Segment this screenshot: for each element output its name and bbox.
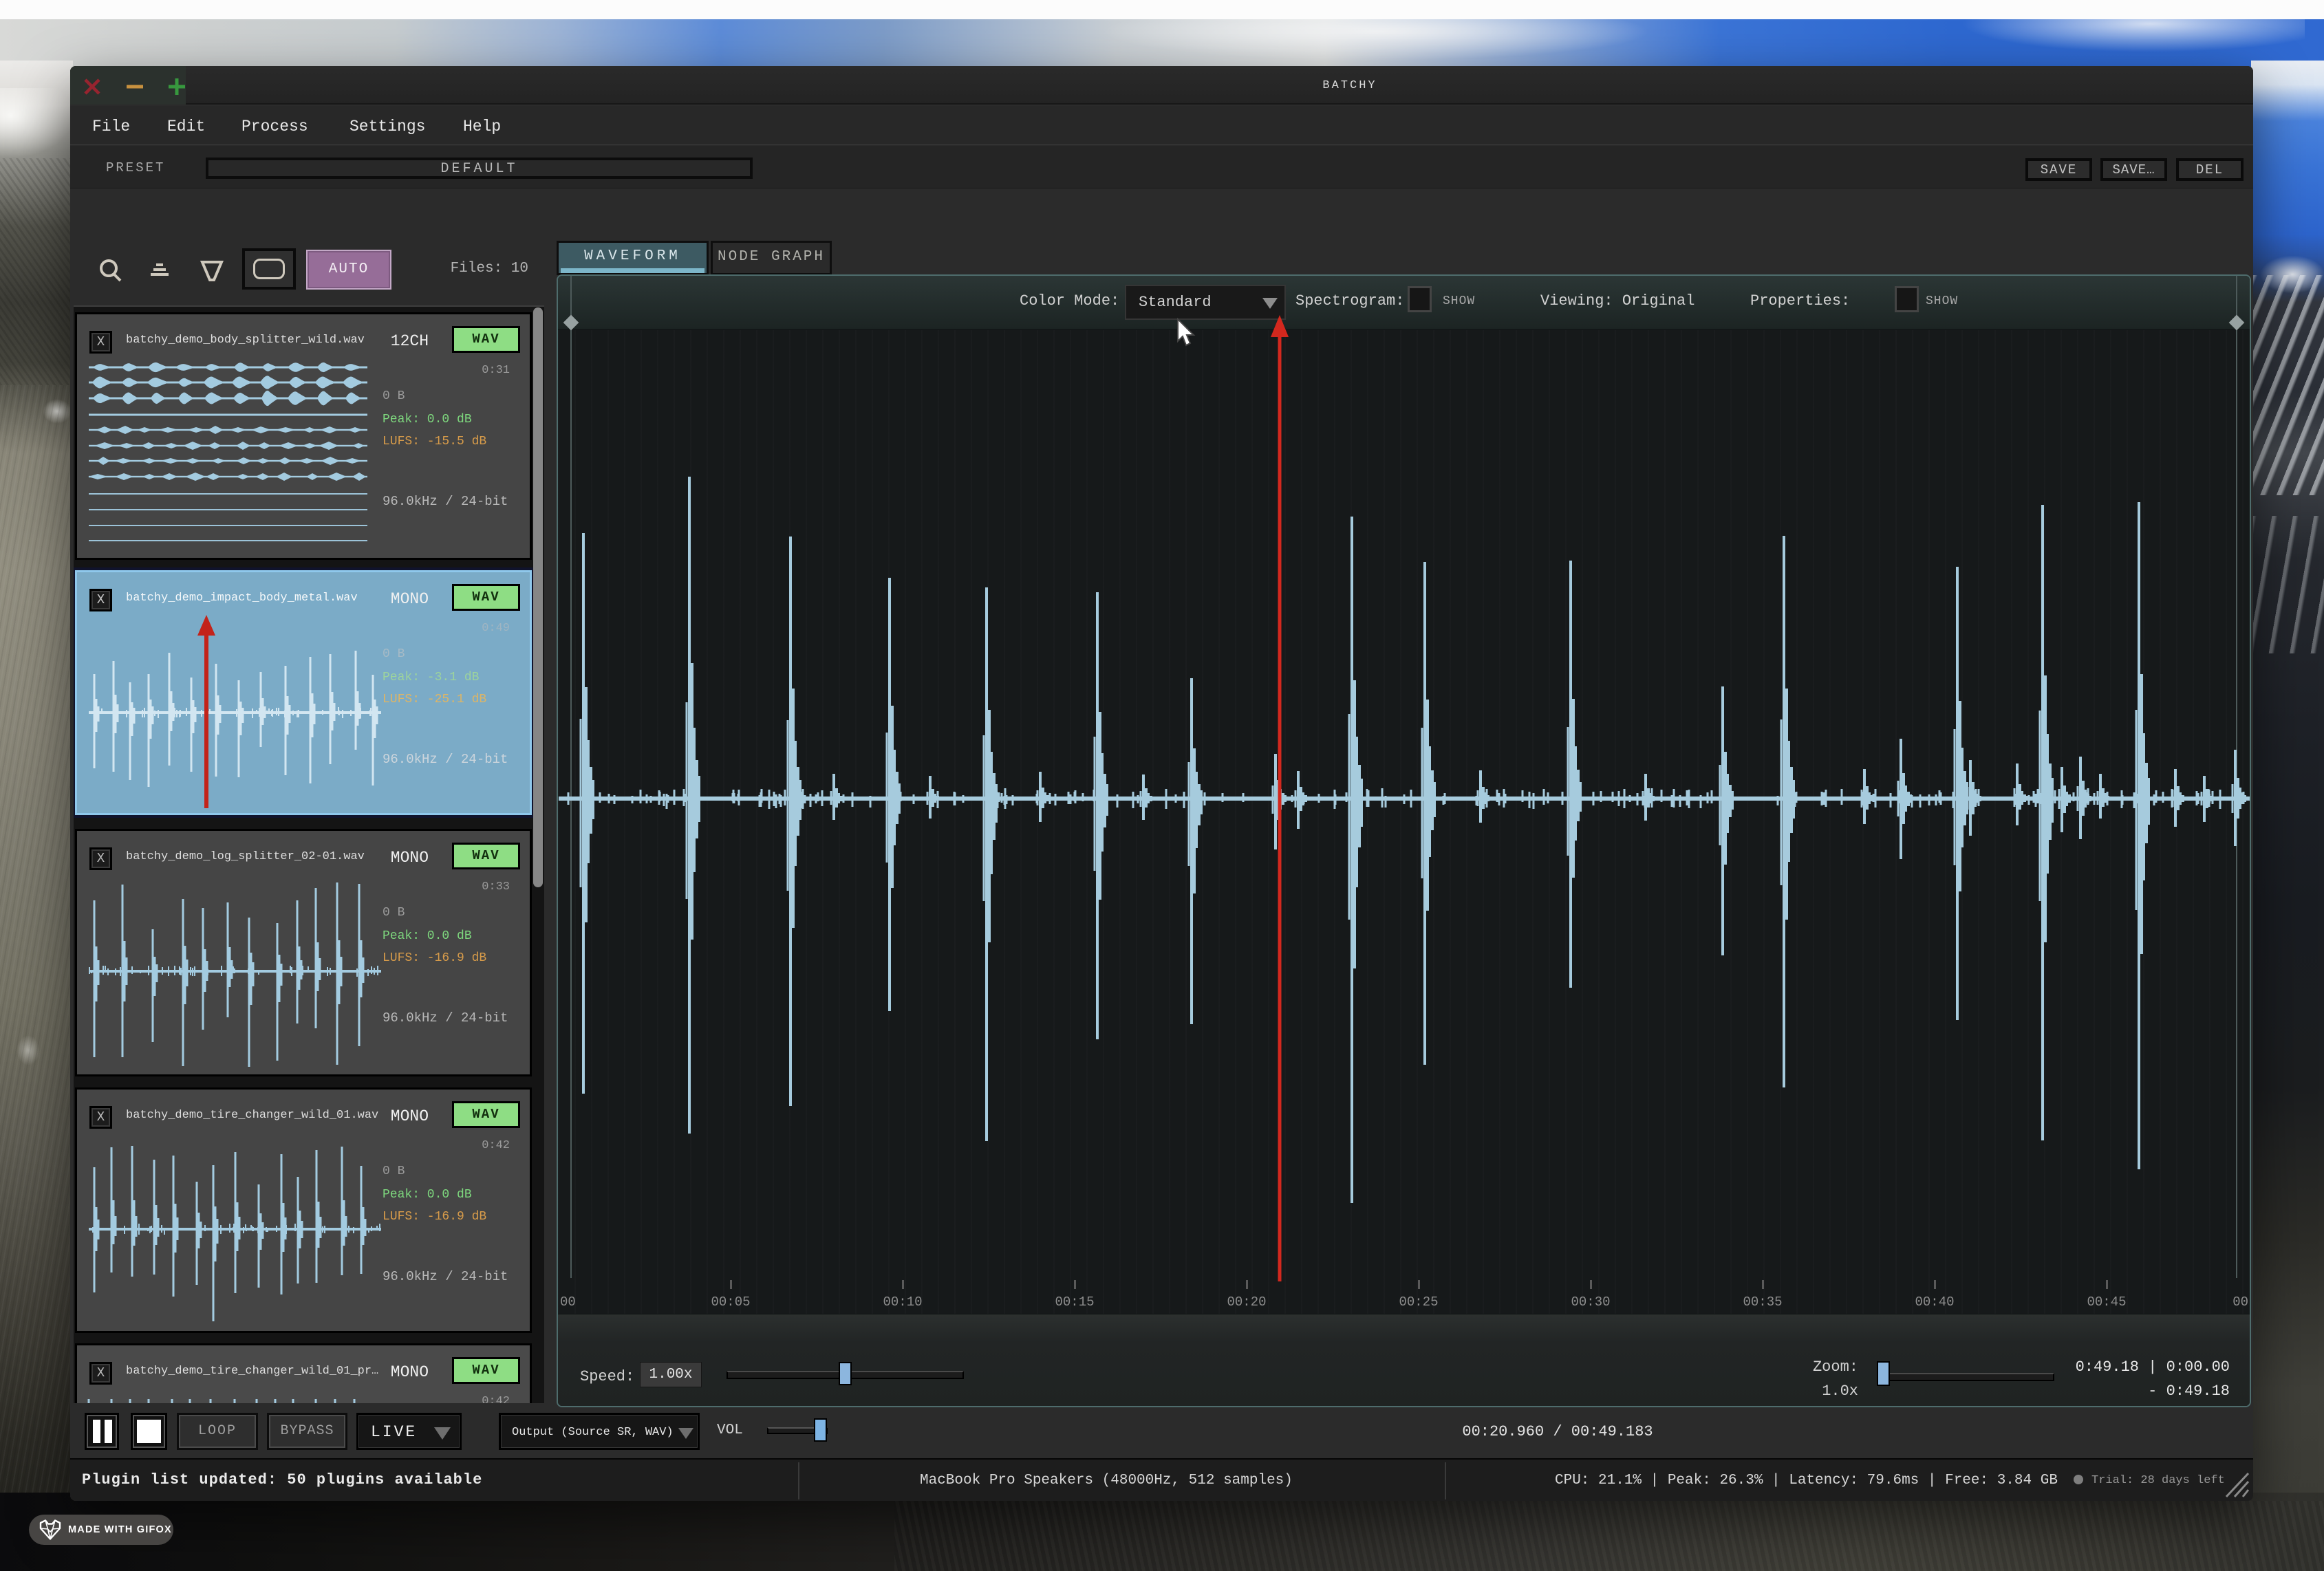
svg-text:00:30: 00:30 xyxy=(1571,1294,1610,1310)
svg-text:00:35: 00:35 xyxy=(1743,1294,1782,1310)
svg-text:00:40: 00:40 xyxy=(1915,1294,1954,1310)
svg-text:00:20: 00:20 xyxy=(1227,1294,1266,1310)
svg-text:00:05: 00:05 xyxy=(711,1294,750,1310)
svg-text:00:15: 00:15 xyxy=(1055,1294,1094,1310)
svg-text:00:10: 00:10 xyxy=(883,1294,922,1310)
svg-text:00: 00 xyxy=(560,1294,576,1310)
svg-text:00:25: 00:25 xyxy=(1399,1294,1438,1310)
svg-text:00:45: 00:45 xyxy=(2087,1294,2126,1310)
svg-text:00: 00 xyxy=(2232,1294,2248,1310)
